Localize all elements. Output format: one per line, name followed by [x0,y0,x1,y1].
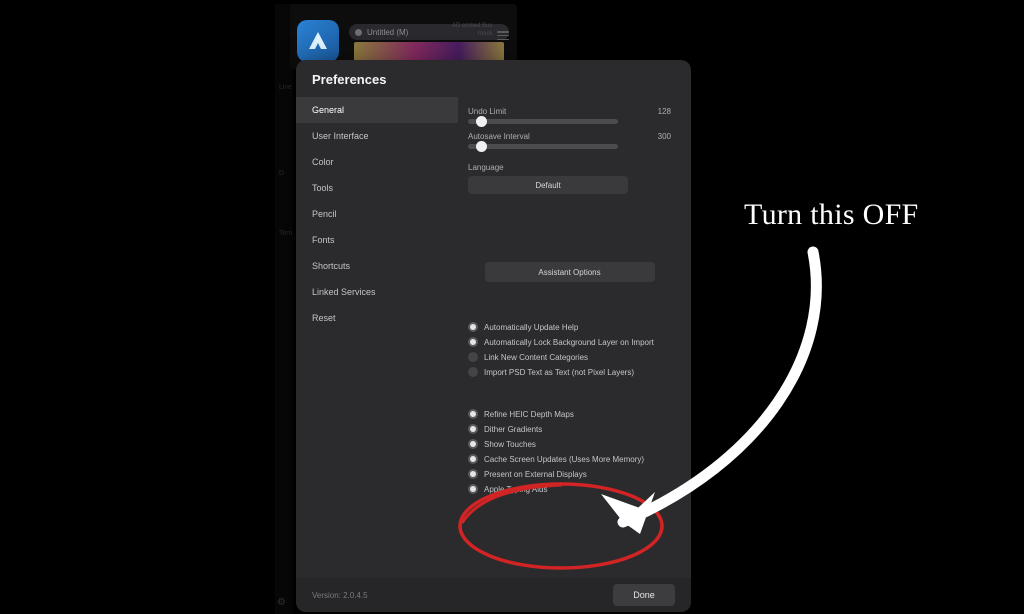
prefs-general-pane: Undo Limit 128 Autosave Interval 300 Lan… [458,97,691,578]
autosave-slider[interactable] [468,144,618,149]
app-left-rail: Live D Tem ⚙ [275,4,293,614]
assistant-options-button[interactable]: Assistant Options [485,262,655,282]
opt-cache-screen-updates[interactable]: Cache Screen Updates (Uses More Memory) [468,454,671,464]
opt-label: Automatically Update Help [484,323,578,332]
opt-label: Import PSD Text as Text (not Pixel Layer… [484,368,634,377]
undo-limit-slider[interactable] [468,119,618,124]
dialog-footer: Version: 2.0.4.5 Done [296,578,691,612]
slider-thumb-icon[interactable] [476,141,487,152]
general-options-list: Automatically Update Help Automatically … [468,322,671,494]
opt-label: Present on External Displays [484,470,587,479]
sidebar-item-general[interactable]: General [296,97,458,123]
opt-link-new-content[interactable]: Link New Content Categories [468,352,671,362]
rail-label: D [279,170,284,177]
sidebar-item-pencil[interactable]: Pencil [296,201,458,227]
prefs-sidebar: General User Interface Color Tools Penci… [296,97,458,578]
sidebar-item-fonts[interactable]: Fonts [296,227,458,253]
autosave-value: 300 [658,132,671,141]
opt-label: Refine HEIC Depth Maps [484,410,574,419]
opt-label: Apple Typing Aids [484,485,547,494]
sidebar-item-linked-services[interactable]: Linked Services [296,279,458,305]
sidebar-item-user-interface[interactable]: User Interface [296,123,458,149]
opt-auto-lock-bg[interactable]: Automatically Lock Background Layer on I… [468,337,671,347]
checkbox-icon[interactable] [468,424,478,434]
opt-auto-update-help[interactable]: Automatically Update Help [468,322,671,332]
opt-label: Automatically Lock Background Layer on I… [484,338,654,347]
opt-present-external-displays[interactable]: Present on External Displays [468,469,671,479]
version-label: Version: 2.0.4.5 [312,591,368,600]
menu-icon[interactable] [497,31,509,40]
opt-label: Show Touches [484,440,536,449]
slider-thumb-icon[interactable] [476,116,487,127]
document-tab-label: Untitled (M) [367,28,408,37]
checkbox-icon[interactable] [468,469,478,479]
autosave-label: Autosave Interval [468,132,530,141]
close-tab-icon[interactable] [355,29,362,36]
undo-limit-label: Undo Limit [468,107,506,116]
language-select[interactable]: Default [468,176,628,194]
sidebar-item-tools[interactable]: Tools [296,175,458,201]
checkbox-icon[interactable] [468,409,478,419]
opt-apple-typing-aids[interactable]: Apple Typing Aids [468,484,671,494]
checkbox-icon[interactable] [468,337,478,347]
app-logo-icon [297,20,339,62]
sidebar-item-reset[interactable]: Reset [296,305,458,331]
sidebar-item-shortcuts[interactable]: Shortcuts [296,253,458,279]
undo-limit-value: 128 [658,107,671,116]
checkbox-icon[interactable] [468,322,478,332]
gear-icon: ⚙ [277,597,286,608]
language-label: Language [468,163,671,172]
opt-import-psd-text[interactable]: Import PSD Text as Text (not Pixel Layer… [468,367,671,377]
checkbox-icon[interactable] [468,454,478,464]
opt-refine-heic[interactable]: Refine HEIC Depth Maps [468,409,671,419]
annotation-text: Turn this OFF [744,198,919,232]
tab-meta: AD embed Bus mock [452,22,492,38]
checkbox-icon[interactable] [468,439,478,449]
done-button[interactable]: Done [613,584,675,606]
dialog-title: Preferences [296,60,691,97]
opt-label: Link New Content Categories [484,353,588,362]
document-thumbnail [354,42,504,62]
checkbox-icon[interactable] [468,484,478,494]
rail-label: Tem [279,230,292,237]
opt-label: Dither Gradients [484,425,542,434]
checkbox-icon[interactable] [468,352,478,362]
language-row: Language Default [468,163,671,194]
rail-label: Live [279,84,292,91]
preferences-dialog: Preferences General User Interface Color… [296,60,691,612]
opt-dither-gradients[interactable]: Dither Gradients [468,424,671,434]
checkbox-icon[interactable] [468,367,478,377]
opt-show-touches[interactable]: Show Touches [468,439,671,449]
autosave-row: Autosave Interval 300 [468,132,671,149]
undo-limit-row: Undo Limit 128 [468,107,671,124]
sidebar-item-color[interactable]: Color [296,149,458,175]
opt-label: Cache Screen Updates (Uses More Memory) [484,455,644,464]
